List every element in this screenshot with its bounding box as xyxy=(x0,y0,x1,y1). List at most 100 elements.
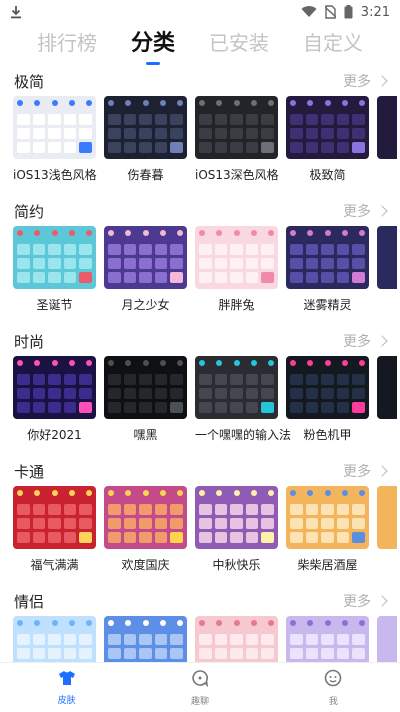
theme-name: 嘿黑 xyxy=(133,428,158,442)
theme-name: 胖胖兔 xyxy=(218,298,255,312)
bottom-nav: 皮肤 趣聊 我 xyxy=(0,662,400,712)
tab-2[interactable]: 已安装 xyxy=(209,27,269,62)
theme-card[interactable]: 胖胖兔 xyxy=(195,226,278,313)
keyboard-toolbar xyxy=(17,230,92,240)
theme-card[interactable]: iOS13深色风格 xyxy=(195,96,279,183)
section-header: 极简 更多 xyxy=(0,66,400,96)
more-link[interactable]: 更多 xyxy=(343,331,388,351)
tab-0[interactable]: 排行榜 xyxy=(37,27,97,62)
theme-name: 极致简 xyxy=(309,168,346,182)
theme-card[interactable]: 伤春暮 xyxy=(104,96,187,183)
keyboard-toolbar xyxy=(108,490,183,500)
keyboard-toolbar xyxy=(290,620,365,630)
theme-preview xyxy=(13,226,96,289)
category-list[interactable]: 极简 更多 iOS13浅色风格 伤春暮 iOS13深色风格 极致简简约 更多 圣诞节月之少女 胖… xyxy=(0,66,400,662)
theme-card-row: 你好2021 嘿黑 一个嘿嘿的输入法 粉色机甲 xyxy=(0,356,400,443)
theme-name: 一个嘿嘿的输入法 xyxy=(195,428,292,442)
theme-name: iOS13浅色风格 xyxy=(13,168,97,182)
theme-preview xyxy=(195,96,278,159)
keyboard-toolbar xyxy=(108,620,183,630)
theme-card[interactable] xyxy=(104,616,187,662)
more-link[interactable]: 更多 xyxy=(343,591,388,611)
theme-preview xyxy=(195,486,278,549)
theme-card[interactable]: 嘿黑 xyxy=(104,356,187,443)
keyboard-keys xyxy=(199,634,274,662)
theme-card[interactable]: 柴柴居酒屋 xyxy=(286,486,369,573)
section-3: 卡通 更多福气满满 欢度国庆 中秋快乐 柴柴居酒屋 xyxy=(0,456,400,586)
nav-label: 我 xyxy=(328,696,338,707)
status-bar: 3:21 xyxy=(0,0,400,24)
tab-1[interactable]: 分类 xyxy=(131,25,175,65)
more-link[interactable]: 更多 xyxy=(343,201,388,221)
section-header: 时尚 更多 xyxy=(0,326,400,356)
more-link[interactable]: 更多 xyxy=(343,461,388,481)
section-header: 情侣 更多 xyxy=(0,586,400,616)
keyboard-toolbar xyxy=(199,490,274,500)
keyboard-keys xyxy=(290,374,365,413)
theme-name: iOS13深色风格 xyxy=(195,168,279,182)
section-header: 简约 更多 xyxy=(0,196,400,226)
profile-icon xyxy=(324,669,342,691)
more-label: 更多 xyxy=(343,334,371,350)
theme-card[interactable]: 中秋快乐 xyxy=(195,486,278,573)
theme-card[interactable]: 欢度国庆 xyxy=(104,486,187,573)
nav-item-2[interactable]: 我 xyxy=(267,663,400,712)
theme-card[interactable]: 一个嘿嘿的输入法 xyxy=(195,356,292,443)
keyboard-keys xyxy=(108,374,183,413)
theme-preview xyxy=(13,96,96,159)
more-label: 更多 xyxy=(343,204,371,220)
theme-preview xyxy=(286,616,369,662)
keyboard-toolbar xyxy=(290,100,365,110)
nav-label: 皮肤 xyxy=(57,695,76,706)
theme-preview xyxy=(195,356,278,419)
more-label: 更多 xyxy=(343,464,371,480)
keyboard-keys xyxy=(17,504,92,543)
keyboard-keys xyxy=(17,244,92,283)
keyboard-keys xyxy=(17,634,92,662)
keyboard-toolbar xyxy=(108,360,183,370)
wifi-icon xyxy=(301,6,317,18)
section-1: 简约 更多 圣诞节 月之少女 胖胖兔 迷雾精灵 xyxy=(0,196,400,326)
theme-card-row: 福气满满 欢度国庆 中秋快乐 柴柴居酒屋 xyxy=(0,486,400,573)
theme-card[interactable]: 福气满满 xyxy=(13,486,96,573)
keyboard-toolbar xyxy=(17,360,92,370)
theme-card[interactable] xyxy=(286,616,369,662)
nav-item-0[interactable]: 皮肤 xyxy=(0,663,133,712)
theme-preview xyxy=(195,616,278,662)
theme-card[interactable]: 你好2021 xyxy=(13,356,96,443)
keyboard-keys xyxy=(199,374,274,413)
theme-name: 欢度国庆 xyxy=(121,558,170,572)
theme-card[interactable]: iOS13浅色风格 xyxy=(13,96,97,183)
theme-name: 柴柴居酒屋 xyxy=(297,558,358,572)
section-2: 时尚 更多 你好2021 嘿黑 一个嘿嘿的输入法 粉色机甲 xyxy=(0,326,400,456)
keyboard-toolbar xyxy=(17,620,92,630)
theme-card[interactable]: 圣诞节 xyxy=(13,226,96,313)
keyboard-keys xyxy=(108,504,183,543)
nav-item-1[interactable]: 趣聊 xyxy=(133,663,266,712)
theme-card[interactable] xyxy=(13,616,96,662)
theme-name: 迷雾精灵 xyxy=(303,298,352,312)
keyboard-keys xyxy=(17,114,92,153)
theme-card[interactable]: 极致简 xyxy=(286,96,369,183)
tab-3[interactable]: 自定义 xyxy=(303,27,363,62)
section-title: 卡通 xyxy=(14,462,45,481)
theme-preview xyxy=(286,356,369,419)
theme-card[interactable] xyxy=(195,616,278,662)
theme-card[interactable]: 粉色机甲 xyxy=(286,356,369,443)
theme-name: 月之少女 xyxy=(121,298,170,312)
download-icon xyxy=(11,6,21,19)
more-label: 更多 xyxy=(343,74,371,90)
more-link[interactable]: 更多 xyxy=(343,71,388,91)
chat-icon xyxy=(191,669,209,691)
keyboard-toolbar xyxy=(290,230,365,240)
next-card-peek xyxy=(377,616,397,662)
chevron-right-icon xyxy=(376,595,388,607)
keyboard-toolbar xyxy=(108,230,183,240)
theme-card[interactable]: 迷雾精灵 xyxy=(286,226,369,313)
next-card-peek xyxy=(377,96,397,159)
keyboard-keys xyxy=(199,114,274,153)
theme-card[interactable]: 月之少女 xyxy=(104,226,187,313)
keyboard-keys xyxy=(290,634,365,662)
keyboard-toolbar xyxy=(199,100,274,110)
theme-preview xyxy=(104,96,187,159)
